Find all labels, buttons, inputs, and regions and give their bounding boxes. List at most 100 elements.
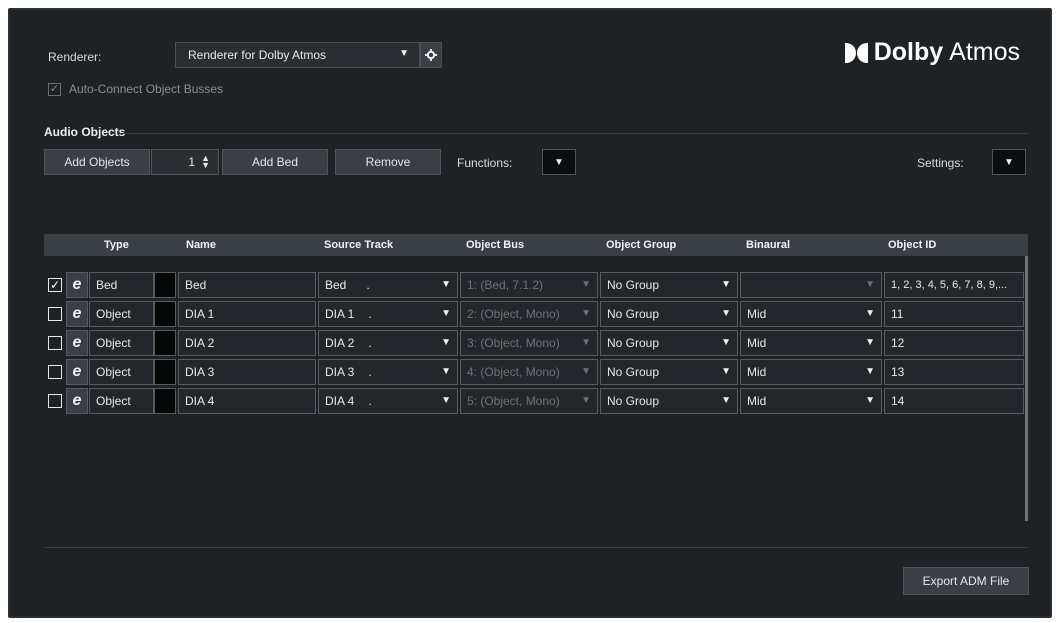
chevron-down-icon: ▼ bbox=[399, 48, 409, 59]
footer-divider bbox=[44, 547, 1028, 548]
dolby-atmos-panel: Renderer: Renderer for Dolby Atmos ▼ ✓ A… bbox=[8, 8, 1052, 618]
chevron-down-icon: ▼ bbox=[721, 308, 731, 319]
auto-connect-checkbox: ✓ bbox=[48, 82, 61, 96]
edit-object-icon[interactable]: e bbox=[66, 272, 88, 298]
edit-object-icon[interactable]: e bbox=[66, 330, 88, 356]
stepper-arrows-icon[interactable]: ▲ ▼ bbox=[201, 154, 210, 170]
row-object-group-text: No Group bbox=[607, 278, 660, 292]
chevron-down-icon: ▼ bbox=[581, 308, 591, 319]
row-select-checkbox[interactable] bbox=[48, 336, 62, 350]
auto-connect-option: ✓ Auto-Connect Object Busses bbox=[48, 82, 223, 96]
row-name-field[interactable]: DIA 1 bbox=[178, 301, 316, 327]
row-source-track-select[interactable]: DIA 3. ▼ bbox=[318, 359, 458, 385]
chevron-down-icon: ▼ bbox=[721, 395, 731, 406]
chevron-down-icon: ▼ bbox=[721, 279, 731, 290]
row-object-bus-text: 5: (Object, Mono) bbox=[467, 394, 560, 408]
scrollbar-thumb[interactable] bbox=[1025, 256, 1028, 521]
renderer-settings-button[interactable] bbox=[420, 42, 442, 68]
row-source-dot: . bbox=[366, 278, 370, 292]
header-object-bus: Object Bus bbox=[466, 239, 525, 251]
edit-object-icon[interactable]: e bbox=[66, 359, 88, 385]
row-binaural-select[interactable]: Mid ▼ bbox=[740, 330, 882, 356]
row-name-text: DIA 4 bbox=[185, 394, 215, 408]
row-object-bus-select: 4: (Object, Mono) ▼ bbox=[460, 359, 598, 385]
row-name-text: DIA 3 bbox=[185, 365, 215, 379]
row-object-id-text: 12 bbox=[891, 336, 905, 350]
row-binaural-select[interactable]: Mid ▼ bbox=[740, 388, 882, 414]
row-object-group-select[interactable]: No Group ▼ bbox=[600, 388, 738, 414]
row-binaural-select[interactable]: Mid ▼ bbox=[740, 359, 882, 385]
row-color-swatch[interactable] bbox=[154, 301, 176, 327]
row-binaural-text: Mid bbox=[747, 394, 767, 408]
row-source-track-select[interactable]: Bed. ▼ bbox=[318, 272, 458, 298]
row-object-id-text: 13 bbox=[891, 365, 905, 379]
renderer-label: Renderer: bbox=[48, 50, 102, 64]
row-source-dot: . bbox=[368, 307, 372, 321]
settings-dropdown[interactable]: ▼ bbox=[992, 149, 1026, 175]
add-objects-button[interactable]: Add Objects bbox=[44, 149, 150, 175]
audio-objects-table: Type Name Source Track Object Bus Object… bbox=[44, 234, 1028, 521]
row-color-swatch[interactable] bbox=[154, 330, 176, 356]
table-row[interactable]: ✓ e Bed Bed Bed. ▼ 1: (Bed, 7.1.2) ▼ No Gr… bbox=[44, 272, 1028, 298]
chevron-down-icon: ▼ bbox=[865, 395, 875, 406]
edit-object-icon[interactable]: e bbox=[66, 388, 88, 414]
row-name-field[interactable]: DIA 4 bbox=[178, 388, 316, 414]
header-type: Type bbox=[104, 239, 129, 251]
row-type: Object bbox=[89, 359, 154, 385]
row-select-checkbox[interactable] bbox=[48, 394, 62, 408]
renderer-select[interactable]: Renderer for Dolby Atmos ▼ bbox=[175, 42, 420, 68]
chevron-down-icon: ▼ bbox=[441, 366, 451, 377]
header-binaural: Binaural bbox=[746, 239, 791, 251]
row-name-field[interactable]: DIA 2 bbox=[178, 330, 316, 356]
row-select-checkbox[interactable] bbox=[48, 365, 62, 379]
chevron-down-icon: ▼ bbox=[441, 337, 451, 348]
row-select-checkbox[interactable]: ✓ bbox=[48, 278, 62, 292]
header-name: Name bbox=[186, 239, 216, 251]
row-object-group-select[interactable]: No Group ▼ bbox=[600, 301, 738, 327]
audio-objects-title: Audio Objects bbox=[44, 125, 126, 139]
row-source-track-text: DIA 4 bbox=[325, 394, 355, 408]
row-object-bus-text: 2: (Object, Mono) bbox=[467, 307, 560, 321]
chevron-down-icon: ▼ bbox=[865, 337, 875, 348]
row-object-group-select[interactable]: No Group ▼ bbox=[600, 359, 738, 385]
table-row[interactable]: e Object DIA 4 DIA 4. ▼ 5: (Object, Mono)… bbox=[44, 388, 1028, 414]
row-type: Object bbox=[89, 330, 154, 356]
table-row[interactable]: e Object DIA 2 DIA 2. ▼ 3: (Object, Mono)… bbox=[44, 330, 1028, 356]
row-source-track-select[interactable]: DIA 2. ▼ bbox=[318, 330, 458, 356]
row-type-text: Object bbox=[96, 307, 131, 321]
edit-object-icon[interactable]: e bbox=[66, 301, 88, 327]
row-source-track-text: DIA 2 bbox=[325, 336, 355, 350]
row-type-text: Object bbox=[96, 336, 131, 350]
row-object-bus-text: 3: (Object, Mono) bbox=[467, 336, 560, 350]
table-row[interactable]: e Object DIA 1 DIA 1. ▼ 2: (Object, Mono)… bbox=[44, 301, 1028, 327]
row-object-id: 14 bbox=[884, 388, 1024, 414]
row-binaural-select: ▼ bbox=[740, 272, 882, 298]
row-color-swatch[interactable] bbox=[154, 388, 176, 414]
add-count-stepper[interactable]: 1 ▲ ▼ bbox=[151, 149, 219, 175]
row-object-bus-select: 1: (Bed, 7.1.2) ▼ bbox=[460, 272, 598, 298]
section-divider bbox=[120, 133, 1028, 134]
table-row[interactable]: e Object DIA 3 DIA 3. ▼ 4: (Object, Mono)… bbox=[44, 359, 1028, 385]
row-name-field[interactable]: DIA 3 bbox=[178, 359, 316, 385]
row-object-group-text: No Group bbox=[607, 307, 660, 321]
row-name-field[interactable]: Bed bbox=[178, 272, 316, 298]
row-color-swatch[interactable] bbox=[154, 359, 176, 385]
table-scrollbar[interactable] bbox=[1025, 256, 1028, 521]
row-select-checkbox[interactable] bbox=[48, 307, 62, 321]
functions-dropdown[interactable]: ▼ bbox=[542, 149, 576, 175]
row-object-group-select[interactable]: No Group ▼ bbox=[600, 330, 738, 356]
row-object-group-select[interactable]: No Group ▼ bbox=[600, 272, 738, 298]
export-adm-file-button[interactable]: Export ADM File bbox=[903, 567, 1029, 595]
row-color-swatch[interactable] bbox=[154, 272, 176, 298]
row-name-text: Bed bbox=[185, 278, 207, 292]
row-type-text: Object bbox=[96, 394, 131, 408]
remove-button[interactable]: Remove bbox=[335, 149, 441, 175]
chevron-down-icon: ▼ bbox=[865, 366, 875, 377]
row-source-track-select[interactable]: DIA 4. ▼ bbox=[318, 388, 458, 414]
row-object-bus-select: 5: (Object, Mono) ▼ bbox=[460, 388, 598, 414]
row-source-track-select[interactable]: DIA 1. ▼ bbox=[318, 301, 458, 327]
add-bed-button[interactable]: Add Bed bbox=[222, 149, 328, 175]
header-source-track: Source Track bbox=[324, 239, 394, 251]
row-binaural-text: Mid bbox=[747, 336, 767, 350]
row-binaural-select[interactable]: Mid ▼ bbox=[740, 301, 882, 327]
